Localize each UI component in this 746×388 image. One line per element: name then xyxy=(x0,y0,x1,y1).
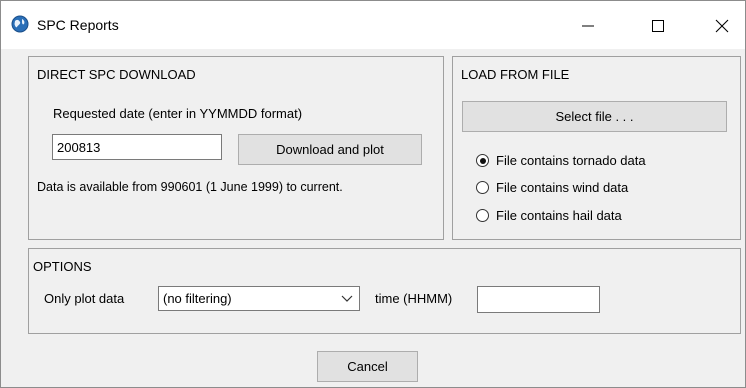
load-from-file-title: LOAD FROM FILE xyxy=(461,67,570,82)
filter-dropdown[interactable]: (no filtering) xyxy=(158,286,360,311)
maximize-icon xyxy=(652,20,664,32)
minimize-button[interactable] xyxy=(565,1,611,49)
radio-button[interactable] xyxy=(476,181,489,194)
availability-text: Data is available from 990601 (1 June 19… xyxy=(37,180,343,194)
radio-label: File contains tornado data xyxy=(496,153,646,168)
filter-selected-value: (no filtering) xyxy=(163,291,232,306)
close-button[interactable] xyxy=(699,1,745,49)
chevron-down-icon xyxy=(341,295,353,302)
time-input[interactable] xyxy=(477,286,600,313)
close-icon xyxy=(715,19,729,33)
time-label: time (HHMM) xyxy=(375,291,453,306)
window-title: SPC Reports xyxy=(37,17,119,33)
cancel-button[interactable]: Cancel xyxy=(317,351,418,382)
globe-icon xyxy=(11,15,29,33)
date-input[interactable] xyxy=(52,134,222,160)
radio-button[interactable] xyxy=(476,209,489,222)
date-format-label: Requested date (enter in YYMMDD format) xyxy=(53,106,303,121)
radio-button[interactable] xyxy=(476,154,489,167)
title-bar[interactable]: SPC Reports xyxy=(1,1,745,49)
download-plot-button[interactable]: Download and plot xyxy=(238,134,422,165)
only-plot-label: Only plot data xyxy=(44,291,125,306)
spc-reports-window: SPC Reports DIRECT SPC DOWNLOAD Requeste… xyxy=(0,0,746,388)
direct-download-title: DIRECT SPC DOWNLOAD xyxy=(37,67,196,82)
minimize-icon xyxy=(582,25,594,27)
maximize-button[interactable] xyxy=(635,1,681,49)
radio-label: File contains wind data xyxy=(496,180,629,195)
options-title: OPTIONS xyxy=(33,259,92,274)
radio-label: File contains hail data xyxy=(496,208,622,223)
select-file-button[interactable]: Select file . . . xyxy=(462,101,727,132)
